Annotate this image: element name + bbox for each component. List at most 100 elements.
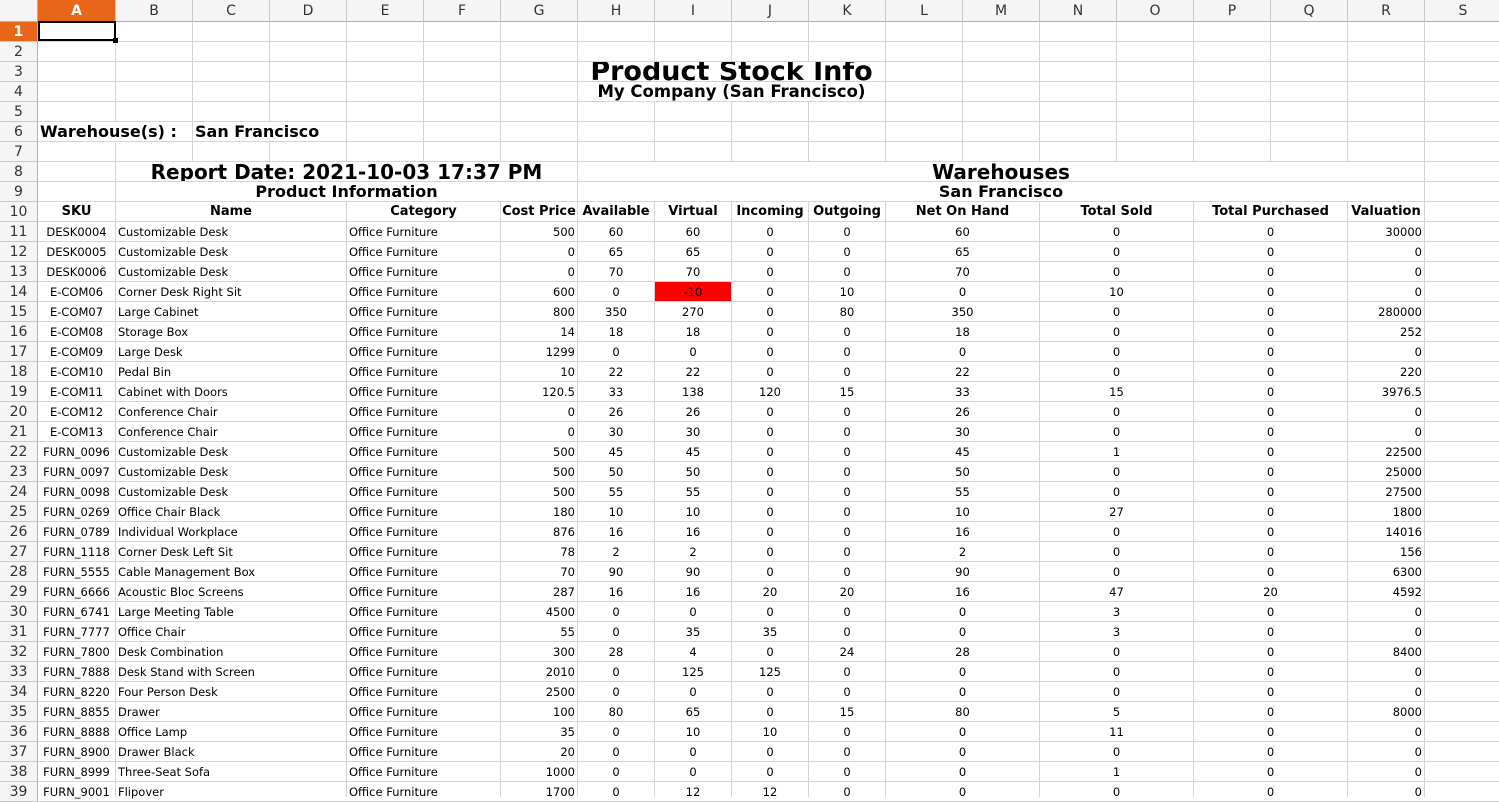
cell-cost-price[interactable]: 600: [501, 282, 577, 301]
cell-name[interactable]: Large Desk: [116, 342, 346, 361]
column-header-r[interactable]: R: [1348, 0, 1425, 22]
cell-category[interactable]: Office Furniture: [347, 242, 500, 261]
cell-valuation[interactable]: 1800: [1348, 502, 1424, 521]
cell-total-sold[interactable]: 0: [1040, 222, 1193, 241]
cell-incoming[interactable]: 0: [732, 362, 808, 381]
cell-net-on-hand[interactable]: 33: [886, 382, 1039, 401]
column-header-d[interactable]: D: [270, 0, 347, 22]
cell-incoming[interactable]: 0: [732, 742, 808, 761]
cell-outgoing[interactable]: 0: [809, 602, 885, 621]
cell-category[interactable]: Office Furniture: [347, 562, 500, 581]
cell-category[interactable]: Office Furniture: [347, 342, 500, 361]
cell-available[interactable]: 350: [578, 302, 654, 321]
cell-valuation[interactable]: 0: [1348, 402, 1424, 421]
cell-available[interactable]: 55: [578, 482, 654, 501]
cell-net-on-hand[interactable]: 0: [886, 742, 1039, 761]
cell-net-on-hand[interactable]: 0: [886, 762, 1039, 781]
cell-category[interactable]: Office Furniture: [347, 502, 500, 521]
cell-valuation[interactable]: 4592: [1348, 582, 1424, 601]
cell-valuation[interactable]: 156: [1348, 542, 1424, 561]
cell-virtual[interactable]: 26: [655, 402, 731, 421]
cell-virtual[interactable]: 70: [655, 262, 731, 281]
cell-available[interactable]: 45: [578, 442, 654, 461]
cell-valuation[interactable]: 252: [1348, 322, 1424, 341]
cell-total-purchased[interactable]: 0: [1194, 322, 1347, 341]
cell-total-purchased[interactable]: 0: [1194, 482, 1347, 501]
spreadsheet-grid[interactable]: A B C D E F G H I J K L M N O P Q R S 1 2 3 4 5 6 7 8 9 10 11 12 13 14 15…: [0, 0, 1499, 802]
cell-total-purchased[interactable]: 0: [1194, 722, 1347, 741]
cell-outgoing[interactable]: 0: [809, 342, 885, 361]
cell-cost-price[interactable]: 300: [501, 642, 577, 661]
row-header-20[interactable]: 20: [0, 402, 38, 422]
cell-total-purchased[interactable]: 0: [1194, 342, 1347, 361]
cell-cost-price[interactable]: 0: [501, 262, 577, 281]
cell-category[interactable]: Office Furniture: [347, 662, 500, 681]
cell-total-purchased[interactable]: 0: [1194, 302, 1347, 321]
cell-name[interactable]: Large Meeting Table: [116, 602, 346, 621]
cell-sku[interactable]: E-COM07: [38, 302, 115, 321]
cell-incoming[interactable]: 0: [732, 242, 808, 261]
cell-name[interactable]: Drawer: [116, 702, 346, 721]
cell-name[interactable]: Cabinet with Doors: [116, 382, 346, 401]
cell-outgoing[interactable]: 0: [809, 322, 885, 341]
row-header-17[interactable]: 17: [0, 342, 38, 362]
cell-name[interactable]: Desk Combination: [116, 642, 346, 661]
cell-virtual[interactable]: 270: [655, 302, 731, 321]
cell-total-purchased[interactable]: 0: [1194, 422, 1347, 441]
cell-total-purchased[interactable]: 0: [1194, 682, 1347, 701]
cell-available[interactable]: 0: [578, 342, 654, 361]
cell-virtual[interactable]: 0: [655, 682, 731, 701]
cell-total-sold[interactable]: 0: [1040, 742, 1193, 761]
row-header-13[interactable]: 13: [0, 262, 38, 282]
cell-sku[interactable]: FURN_8900: [38, 742, 115, 761]
cell-outgoing[interactable]: 0: [809, 482, 885, 501]
cell-net-on-hand[interactable]: 0: [886, 682, 1039, 701]
cell-outgoing[interactable]: 0: [809, 222, 885, 241]
cell-outgoing[interactable]: 0: [809, 522, 885, 541]
cell-available[interactable]: 10: [578, 502, 654, 521]
cell-incoming[interactable]: 0: [732, 542, 808, 561]
cell-total-purchased[interactable]: 0: [1194, 622, 1347, 641]
cell-name[interactable]: Four Person Desk: [116, 682, 346, 701]
cell-incoming[interactable]: 0: [732, 442, 808, 461]
cell-outgoing[interactable]: 0: [809, 682, 885, 701]
cell-total-sold[interactable]: 0: [1040, 302, 1193, 321]
cell-name[interactable]: Storage Box: [116, 322, 346, 341]
row-header-3[interactable]: 3: [0, 62, 38, 82]
cell-name[interactable]: Three-Seat Sofa: [116, 762, 346, 781]
cell-category[interactable]: Office Furniture: [347, 542, 500, 561]
cell-outgoing[interactable]: 15: [809, 382, 885, 401]
cell-total-purchased[interactable]: 0: [1194, 782, 1347, 801]
cell-net-on-hand[interactable]: 16: [886, 582, 1039, 601]
cell-available[interactable]: 0: [578, 622, 654, 641]
cell-cost-price[interactable]: 0: [501, 402, 577, 421]
cell-name[interactable]: Office Chair: [116, 622, 346, 641]
table-header-category[interactable]: Category: [347, 202, 500, 221]
cell-net-on-hand[interactable]: 0: [886, 602, 1039, 621]
cell-total-purchased[interactable]: 0: [1194, 542, 1347, 561]
cell-name[interactable]: Customizable Desk: [116, 482, 346, 501]
cell-name[interactable]: Customizable Desk: [116, 442, 346, 461]
row-header-28[interactable]: 28: [0, 562, 38, 582]
cell-total-sold[interactable]: 0: [1040, 642, 1193, 661]
cell-virtual[interactable]: 0: [655, 742, 731, 761]
cell-cost-price[interactable]: 0: [501, 422, 577, 441]
cell-net-on-hand[interactable]: 0: [886, 782, 1039, 801]
cell-total-purchased[interactable]: 0: [1194, 662, 1347, 681]
cell-valuation[interactable]: 0: [1348, 602, 1424, 621]
cell-net-on-hand[interactable]: 0: [886, 622, 1039, 641]
cell-category[interactable]: Office Furniture: [347, 222, 500, 241]
cell-available[interactable]: 0: [578, 602, 654, 621]
cell-sku[interactable]: FURN_0269: [38, 502, 115, 521]
cell-total-purchased[interactable]: 0: [1194, 402, 1347, 421]
row-header-1[interactable]: 1: [0, 22, 38, 42]
cell-category[interactable]: Office Furniture: [347, 582, 500, 601]
row-header-26[interactable]: 26: [0, 522, 38, 542]
cell-outgoing[interactable]: 0: [809, 722, 885, 741]
cell-net-on-hand[interactable]: 0: [886, 722, 1039, 741]
cell-outgoing[interactable]: 0: [809, 442, 885, 461]
cell-incoming[interactable]: 0: [732, 302, 808, 321]
cell-outgoing[interactable]: 0: [809, 562, 885, 581]
cell-incoming[interactable]: 0: [732, 482, 808, 501]
column-header-q[interactable]: Q: [1271, 0, 1348, 22]
